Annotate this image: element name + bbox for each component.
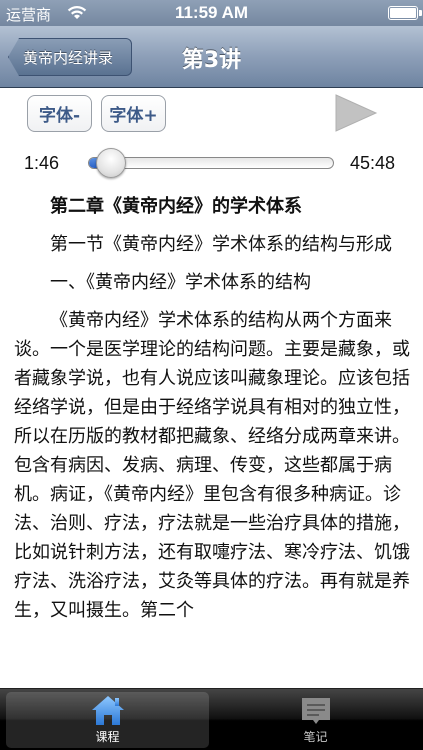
tab-notes[interactable]: 笔记 — [214, 692, 417, 748]
slider-thumb[interactable] — [96, 148, 127, 178]
font-increase-button[interactable]: 字体+ — [101, 95, 166, 132]
tab-bar: 课程 笔记 — [0, 688, 423, 750]
tab-notes-label: 笔记 — [303, 730, 328, 744]
font-decrease-button[interactable]: 字体- — [27, 95, 92, 132]
tab-course[interactable]: 课程 — [6, 692, 209, 748]
section-heading: 第一节《黄帝内经》学术体系的结构与形成 — [50, 234, 392, 255]
subsection-heading: 一、《黄帝内经》学术体系的结构 — [50, 272, 311, 293]
navigation-bar: 黄帝内经讲录 第3讲 — [0, 26, 423, 88]
body-paragraph: 《黄帝内经》学术体系的结构从两个方面来谈。一个是医学理论的结构问题。主要是藏象，… — [14, 310, 410, 621]
status-bar: 运营商 11:59 AM — [0, 0, 423, 26]
lecture-text: 第二章《黄帝内经》的学术体系 第一节《黄帝内经》学术体系的结构与形成 一、《黄帝… — [14, 192, 414, 688]
battery-icon — [388, 6, 422, 20]
back-button-label: 黄帝内经讲录 — [23, 48, 114, 67]
tab-course-label: 课程 — [95, 730, 120, 744]
back-button[interactable]: 黄帝内经讲录 — [8, 38, 132, 76]
home-icon — [91, 696, 124, 725]
current-time-label: 1:46 — [24, 153, 60, 173]
clock: 11:59 AM — [174, 3, 249, 22]
notebook-icon — [301, 698, 330, 724]
chapter-heading: 第二章《黄帝内经》的学术体系 — [50, 196, 302, 217]
play-icon[interactable] — [334, 94, 378, 132]
page-title: 第3讲 — [181, 48, 242, 73]
total-time-label: 45:48 — [350, 153, 396, 173]
